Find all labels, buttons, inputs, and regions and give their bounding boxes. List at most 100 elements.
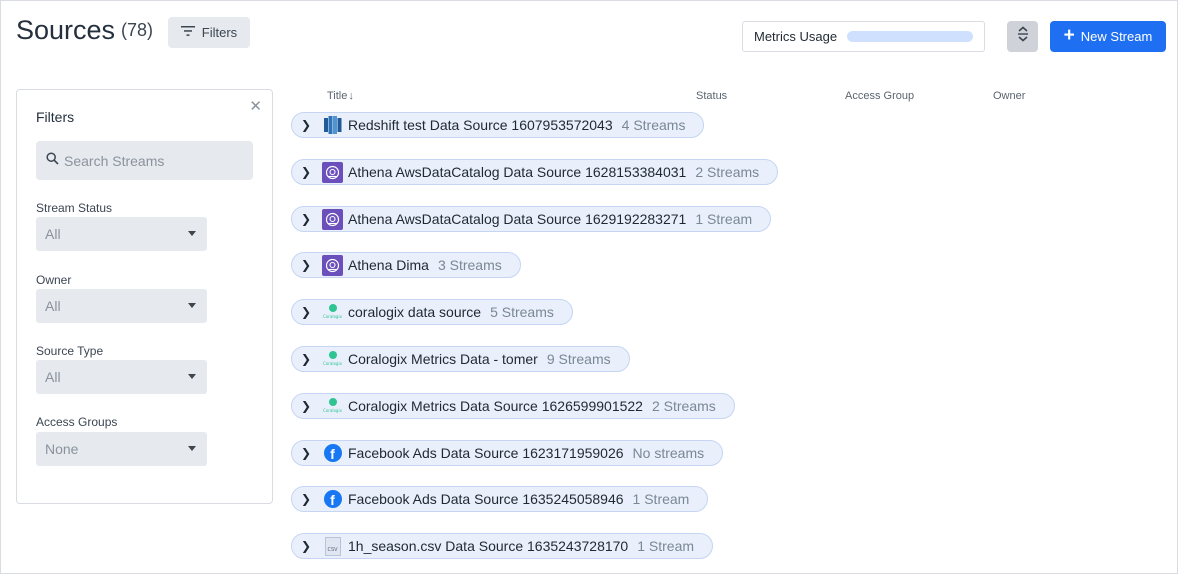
source-type-label: Source Type [36,344,104,358]
coralogix-logo-text: Coralogix [323,360,342,366]
column-header-title-label: Title [327,90,348,102]
stream-count: 4 Streams [621,117,686,133]
column-header-status[interactable]: Status [696,90,727,102]
new-stream-label: New Stream [1080,29,1153,44]
chevron-right-icon[interactable]: ❯ [301,118,313,132]
source-row[interactable]: ❯ Redshift test Data Source 1607953572043… [291,112,705,138]
source-type-icon [322,254,343,276]
source-name: Coralogix Metrics Data - tomer [348,351,538,367]
sort-icon [1017,26,1029,47]
chevron-right-icon[interactable]: ❯ [301,258,313,272]
chevron-right-icon[interactable]: ❯ [301,492,313,506]
source-type-icon: Coralogix [322,396,343,417]
chevron-right-icon[interactable]: ❯ [301,539,313,553]
caret-down-icon [188,374,196,379]
coralogix-icon: Coralogix [322,302,343,323]
chevron-right-icon[interactable]: ❯ [301,352,313,366]
access-groups-select[interactable]: None [36,432,207,466]
source-type-select[interactable]: All [36,360,207,394]
chevron-right-icon[interactable]: ❯ [301,212,313,226]
source-type-icon [322,208,343,230]
source-name: Redshift test Data Source 1607953572043 [348,117,613,133]
source-row[interactable]: ❯ Coralogix coralogix data source 5 Streams [291,299,573,325]
chevron-right-icon[interactable]: ❯ [301,305,313,319]
source-row[interactable]: ❯ f Facebook Ads Data Source 1635245058946… [291,486,709,512]
csv-file-label: CSV [327,546,338,553]
search-icon [46,151,59,170]
owner-value: All [45,298,61,314]
facebook-logo-glyph: f [330,446,335,462]
column-header-access-group[interactable]: Access Group [845,90,914,102]
owner-label: Owner [36,273,72,287]
metrics-usage: Metrics Usage [742,21,985,52]
metrics-usage-bar [847,31,973,42]
source-type-icon: Coralogix [322,302,343,323]
source-row[interactable]: ❯ Coralogix Coralogix Metrics Data - tomer… [291,346,630,372]
stream-count: 3 Streams [437,257,502,273]
source-type-value: All [45,369,61,385]
source-type-icon: f [322,489,343,510]
owner-select[interactable]: All [36,289,207,323]
stream-count: 2 Streams [695,164,760,180]
source-row[interactable]: ❯ f Facebook Ads Data Source 1623171959026… [291,440,724,466]
coralogix-icon: Coralogix [322,349,343,370]
filters-toggle-button[interactable]: Filters [168,17,250,48]
column-header-title[interactable]: Title↓ [327,90,354,102]
sort-button[interactable] [1007,21,1038,52]
stream-count: No streams [632,445,705,461]
close-icon[interactable]: ✕ [249,97,262,115]
source-name: Athena Dima [348,257,429,273]
filters-panel-title: Filters [36,109,75,125]
source-name: Facebook Ads Data Source 1635245058946 [348,491,624,507]
caret-down-icon [188,446,196,451]
source-row[interactable]: ❯ Athena AwsDataCatalog Data Source 16291… [291,206,772,232]
source-type-icon: CSV [322,536,343,557]
stream-count: 9 Streams [546,351,611,367]
source-name: Athena AwsDataCatalog Data Source 162919… [348,211,687,227]
facebook-logo-glyph: f [330,492,335,508]
stream-count: 5 Streams [490,304,554,320]
new-stream-button[interactable]: + New Stream [1050,21,1166,52]
source-count: (78) [121,20,154,40]
search-streams-field[interactable] [36,141,253,180]
metrics-usage-label: Metrics Usage [754,29,838,44]
athena-icon [322,208,343,230]
column-header-owner[interactable]: Owner [993,90,1025,102]
source-name: Coralogix Metrics Data Source 1626599901… [348,398,643,414]
athena-icon [322,254,343,276]
source-name: Facebook Ads Data Source 1623171959026 [348,445,624,461]
stream-status-label: Stream Status [36,201,113,215]
stream-count: 1 Stream [637,538,695,554]
source-row[interactable]: ❯ CSV 1h_season.csv Data Source 1635243728… [291,533,714,559]
coralogix-logo-text: Coralogix [323,407,342,413]
source-type-icon: f [322,443,343,464]
redshift-icon [323,116,341,134]
stream-status-select[interactable]: All [36,217,207,251]
source-type-icon [322,161,343,183]
facebook-icon: f [323,490,342,508]
access-groups-label: Access Groups [36,415,118,429]
sort-down-icon: ↓ [348,90,354,102]
chevron-right-icon[interactable]: ❯ [301,399,313,413]
page-title: Sources [16,15,116,45]
app-frame: Sources (78) Filters Metrics Usage + New… [0,0,1178,574]
stream-status-value: All [45,226,61,242]
chevron-right-icon[interactable]: ❯ [301,165,313,179]
stream-count: 1 Stream [695,211,753,227]
plus-icon: + [1063,25,1075,46]
filters-button-label: Filters [201,25,238,40]
source-row[interactable]: ❯ Athena Dima 3 Streams [291,252,521,278]
source-row[interactable]: ❯ Coralogix Coralogix Metrics Data Source … [291,393,735,419]
access-groups-value: None [45,441,79,457]
coralogix-logo-text: Coralogix [323,313,342,319]
athena-icon [322,161,343,183]
search-streams-input[interactable] [64,152,244,169]
caret-down-icon [188,231,196,236]
source-name: 1h_season.csv Data Source 1635243728170 [348,538,629,554]
filter-icon [180,25,195,40]
caret-down-icon [188,303,196,308]
source-type-icon: Coralogix [322,349,343,370]
chevron-right-icon[interactable]: ❯ [301,446,313,460]
source-row[interactable]: ❯ Athena AwsDataCatalog Data Source 16281… [291,159,779,185]
source-name: Athena AwsDataCatalog Data Source 162815… [348,164,687,180]
